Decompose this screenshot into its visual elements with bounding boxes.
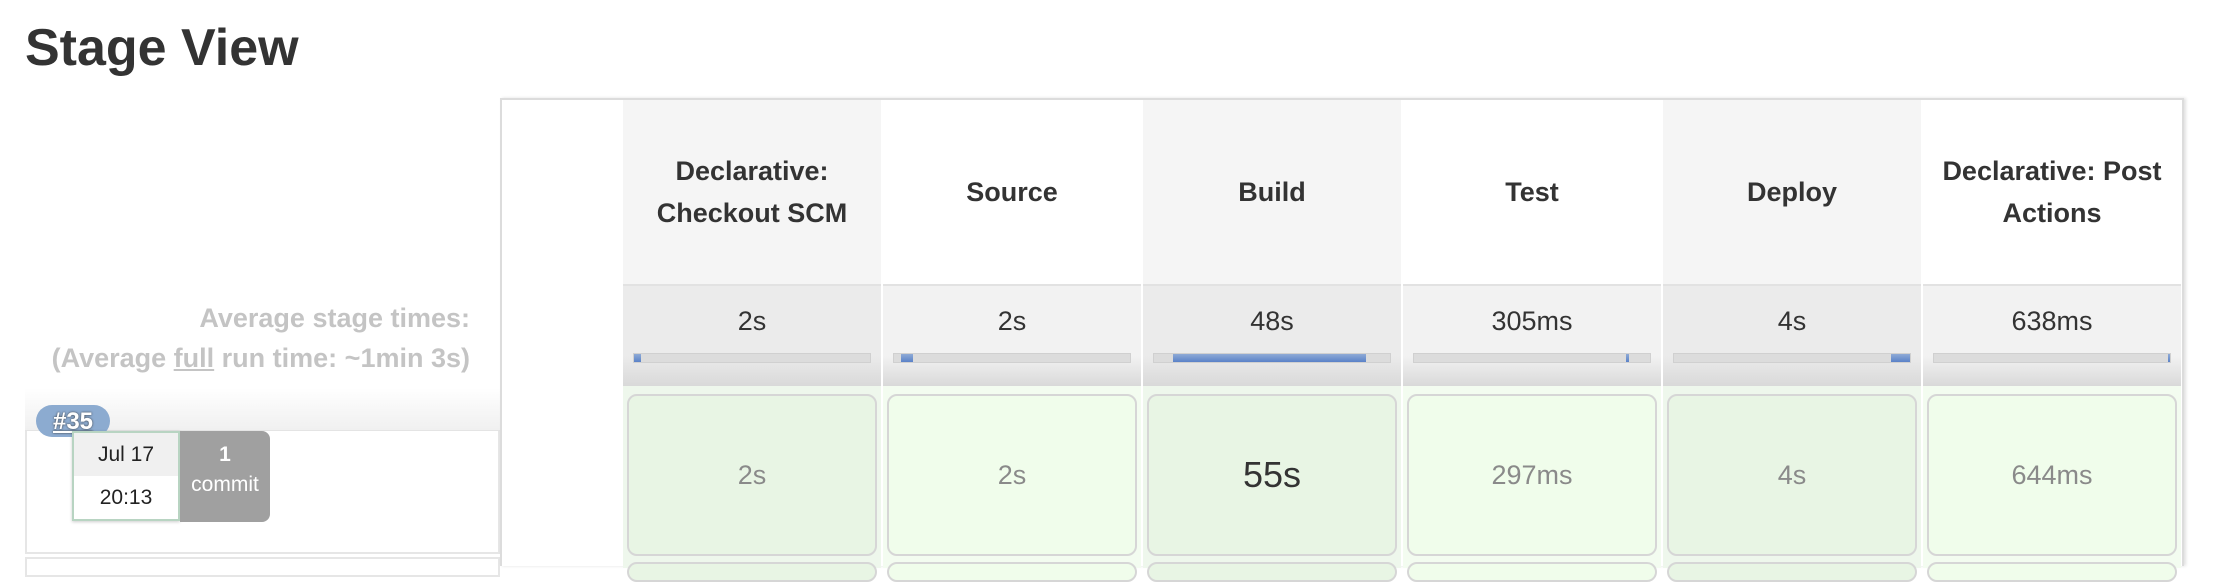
stage-average-bar-fill bbox=[1626, 354, 1629, 362]
stage-average-bar-fill bbox=[1891, 354, 1910, 362]
stage-average: 638ms bbox=[1923, 284, 2181, 386]
next-run-cell[interactable] bbox=[887, 562, 1137, 582]
commit-count-button[interactable]: 1 commit bbox=[180, 431, 270, 522]
commit-count: 1 bbox=[219, 443, 231, 466]
stage-run-time: 644ms bbox=[2011, 459, 2093, 490]
stage-header: Test bbox=[1403, 100, 1661, 284]
stage-average-time: 638ms bbox=[2011, 306, 2093, 336]
next-run-cell[interactable] bbox=[1667, 562, 1917, 582]
stage-average: 305ms bbox=[1403, 284, 1661, 386]
stage-run-time: 55s bbox=[1242, 454, 1302, 495]
stage-average-bar bbox=[1153, 353, 1391, 363]
stage-average-time: 305ms bbox=[1491, 306, 1573, 336]
stage-name: Source bbox=[966, 177, 1058, 207]
next-run-cell[interactable] bbox=[1147, 562, 1397, 582]
run-time: 20:13 bbox=[99, 486, 153, 509]
stage-run-cell[interactable]: 644ms bbox=[1927, 394, 2177, 556]
run-date: Jul 17 bbox=[74, 433, 178, 476]
stage-average-bar bbox=[1413, 353, 1651, 363]
avg-full-prefix: (Average bbox=[51, 343, 174, 373]
stage-average-bar bbox=[1933, 353, 2171, 363]
stage-run-time: 4s bbox=[1777, 459, 1807, 490]
stage-run-time: 2s bbox=[997, 459, 1027, 490]
avg-full-suffix: run time: ~1min 3s) bbox=[214, 343, 470, 373]
stage-header: Build bbox=[1143, 100, 1401, 284]
full-link[interactable]: full bbox=[174, 343, 215, 373]
stage-average: 4s bbox=[1663, 284, 1921, 386]
stage-average-time: 2s bbox=[737, 306, 767, 336]
avg-stage-times-text: Average stage times: bbox=[199, 303, 470, 333]
stage-run-cell[interactable]: 297ms bbox=[1407, 394, 1657, 556]
commit-label: commit bbox=[191, 473, 259, 496]
page-title: Stage View bbox=[25, 19, 299, 77]
stage-name: Build bbox=[1238, 177, 1306, 207]
stage-header: Declarative: Post Actions bbox=[1923, 100, 2181, 284]
stage-run-cell[interactable]: 2s bbox=[887, 394, 1137, 556]
stage-average-bar-fill bbox=[1172, 354, 1367, 362]
stage-run-cell[interactable]: 2s bbox=[627, 394, 877, 556]
stage-average-time: 2s bbox=[997, 306, 1027, 336]
run-timestamp: Jul 17 20:13 bbox=[72, 431, 180, 521]
stage-header: Source bbox=[883, 100, 1141, 284]
stage-run-time: 2s bbox=[737, 459, 767, 490]
stage-name: Test bbox=[1505, 177, 1559, 207]
stage-header: Declarative: Checkout SCM bbox=[623, 100, 881, 284]
next-run-cell[interactable] bbox=[1407, 562, 1657, 582]
stage-header: Deploy bbox=[1663, 100, 1921, 284]
stage-name: Deploy bbox=[1746, 177, 1838, 207]
stage-average-time: 48s bbox=[1250, 306, 1294, 336]
avg-full-run-time: (Average full run time: ~1min 3s) bbox=[30, 338, 470, 378]
stage-run-time: 297ms bbox=[1491, 459, 1573, 490]
stage-average: 48s bbox=[1143, 284, 1401, 386]
stage-name: Declarative: Checkout SCM bbox=[656, 156, 848, 228]
stage-average-bar bbox=[1673, 353, 1911, 363]
stage-average: 2s bbox=[883, 284, 1141, 386]
stage-name: Declarative: Post Actions bbox=[1942, 156, 2162, 228]
stage-average-bar bbox=[633, 353, 871, 363]
stage-average-bar-fill bbox=[901, 354, 913, 362]
average-stage-times-label: Average stage times: (Average full run t… bbox=[30, 298, 470, 378]
stage-run-cell[interactable]: 55s bbox=[1147, 394, 1397, 556]
stage-average-bar-fill bbox=[634, 354, 642, 362]
stage-average-time: 4s bbox=[1777, 306, 1807, 336]
stage-view-table: Declarative: Checkout SCM 2s 2s Source 2… bbox=[500, 98, 2184, 582]
stage-average-bar bbox=[893, 353, 1131, 363]
stage-average-bar-fill bbox=[2167, 354, 2170, 362]
next-run-cell[interactable] bbox=[1927, 562, 2177, 582]
stage-run-cell[interactable]: 4s bbox=[1667, 394, 1917, 556]
next-run-cell[interactable] bbox=[627, 562, 877, 582]
run-row-left-next bbox=[25, 557, 500, 577]
stage-average: 2s bbox=[623, 284, 881, 386]
